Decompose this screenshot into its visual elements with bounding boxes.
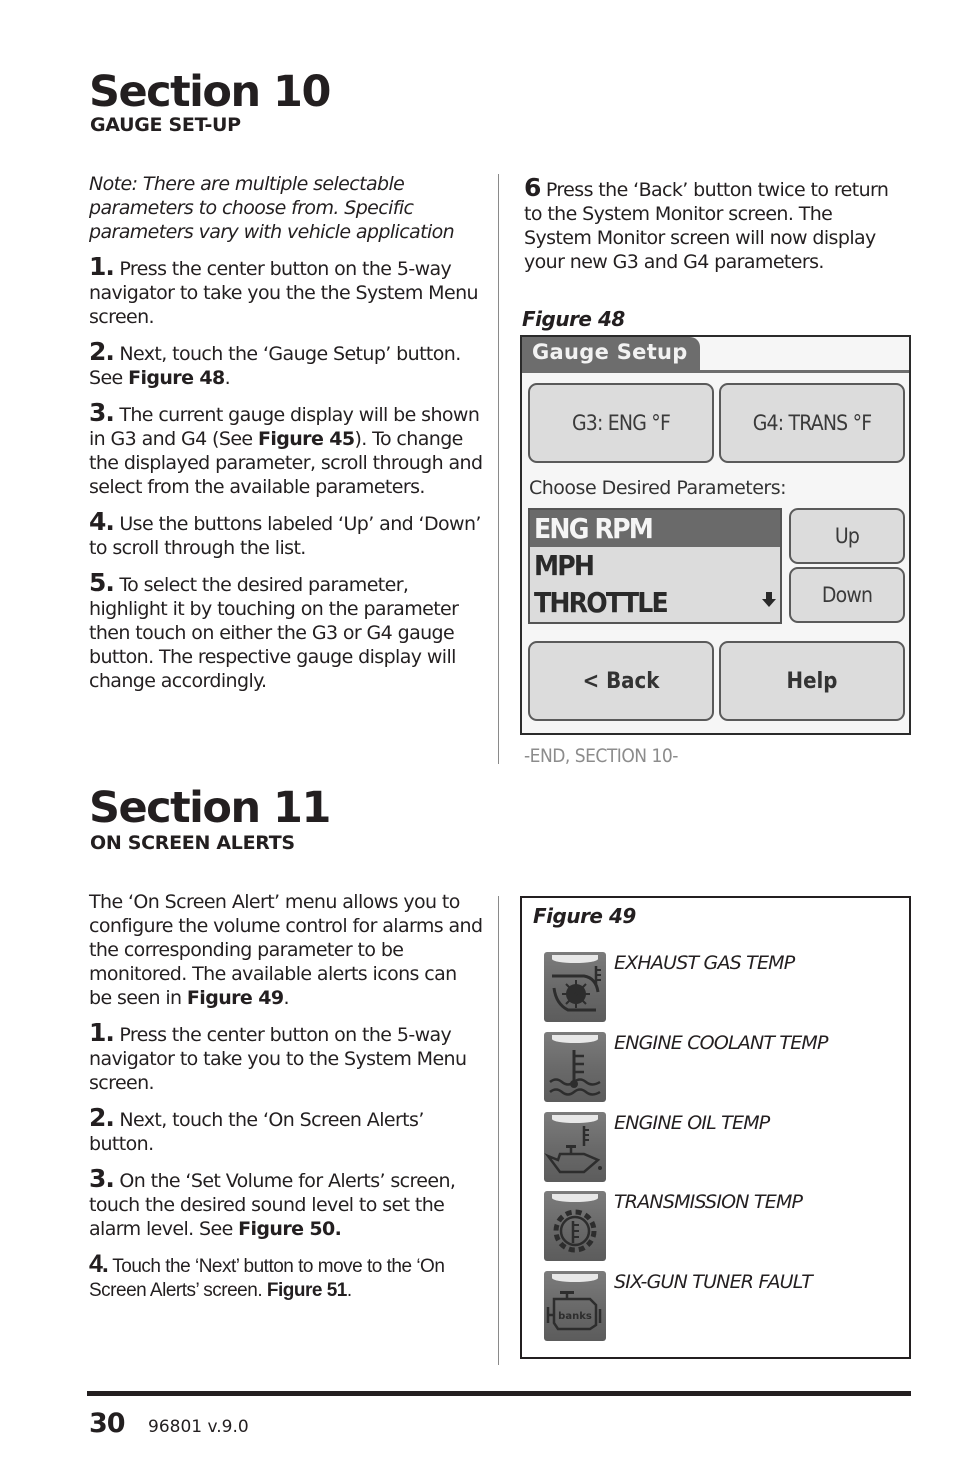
- alert-label: TRANSMISSION TEMP: [614, 1191, 803, 1213]
- alert-item: ENGINE OIL TEMP: [544, 1112, 884, 1182]
- step-number: 6: [524, 173, 541, 202]
- s11-step-3: 3. On the ‘Set Volume for Alerts’ screen…: [89, 1164, 484, 1241]
- g3-gauge-button[interactable]: G3: ENG °F: [528, 383, 714, 463]
- section-11-subtitle: ON SCREEN ALERTS: [90, 832, 295, 854]
- document-version: 96801 v.9.0: [148, 1417, 249, 1437]
- alert-label: EXHAUST GAS TEMP: [614, 952, 795, 974]
- on-screen-alerts-intro: The ‘On Screen Alert’ menu allows you to…: [89, 890, 484, 1010]
- s11-step-1: 1. Press the center button on the 5-way …: [89, 1018, 484, 1095]
- figure-48-reference: Figure 48: [128, 367, 225, 389]
- step-text: Next, touch the ‘On Screen Alerts’ butto…: [89, 1109, 424, 1155]
- column-divider: [498, 896, 499, 1365]
- alert-label: SIX-GUN TUNER FAULT: [614, 1271, 813, 1293]
- step-text-end: .: [224, 367, 231, 389]
- step-text: Press the center button on the 5-way nav…: [89, 1024, 467, 1094]
- step-text: Press the ‘Back’ button twice to return …: [524, 179, 889, 273]
- g4-gauge-button[interactable]: G4: TRANS °F: [719, 383, 905, 463]
- end-section-10-note: -END, SECTION 10-: [524, 745, 678, 767]
- parameter-item[interactable]: MPH: [530, 547, 780, 584]
- s10-step-1: 1. Press the center button on the 5-way …: [89, 252, 484, 329]
- up-button[interactable]: Up: [789, 508, 905, 564]
- parameters-note: Note: There are multiple selectable para…: [89, 173, 455, 243]
- footer-rule: [87, 1391, 911, 1396]
- figure-50-reference: Figure 50.: [238, 1218, 342, 1240]
- parameter-list[interactable]: ENG RPM MPH THROTTLE: [528, 508, 782, 624]
- transmission-temp-icon: [544, 1191, 606, 1261]
- back-button[interactable]: < Back: [528, 641, 714, 721]
- step-number: 4.: [89, 1250, 109, 1278]
- section-10-left-column: Note: There are multiple selectable para…: [89, 172, 484, 704]
- engine-oil-temp-icon: [544, 1112, 606, 1182]
- help-button[interactable]: Help: [719, 641, 905, 721]
- figure-49-reference: Figure 49: [186, 987, 284, 1009]
- s10-step-6: 6 Press the ‘Back’ button twice to retur…: [524, 173, 899, 274]
- step-number: 2.: [89, 1103, 115, 1132]
- s10-step-5: 5. To select the desired parameter, high…: [89, 568, 484, 693]
- page-number: 30: [89, 1408, 126, 1439]
- section-11-left-column: The ‘On Screen Alert’ menu allows you to…: [89, 890, 484, 1314]
- section-10-subtitle: GAUGE SET-UP: [90, 114, 241, 136]
- alert-item: ENGINE COOLANT TEMP: [544, 1032, 884, 1102]
- gauge-setup-screen: Gauge Setup G3: ENG °F G4: TRANS °F Choo…: [520, 335, 911, 735]
- step-number: 4.: [89, 507, 115, 536]
- down-button[interactable]: Down: [789, 567, 905, 623]
- alert-item: banks SIX-GUN TUNER FAULT: [544, 1271, 884, 1341]
- step-text: Press the center button on the 5-way nav…: [89, 258, 479, 328]
- s10-step-3: 3. The current gauge display will be sho…: [89, 398, 484, 499]
- step-number: 5.: [89, 568, 115, 597]
- parameter-item-selected[interactable]: ENG RPM: [530, 510, 780, 547]
- figure-48-label: Figure 48: [522, 307, 625, 331]
- step-text: To select the desired parameter, highlig…: [89, 574, 459, 692]
- banks-logo-text: banks: [558, 1311, 592, 1322]
- section-10-title: Section 10: [89, 67, 331, 117]
- six-gun-tuner-fault-icon: banks: [544, 1271, 606, 1341]
- s11-step-4: 4. Touch the ‘Next’ button to move to th…: [89, 1252, 484, 1303]
- figure-45-reference: Figure 45: [257, 428, 355, 450]
- step-text-end: .: [346, 1280, 352, 1301]
- alert-item: TRANSMISSION TEMP: [544, 1191, 884, 1261]
- step-number: 1.: [89, 252, 115, 281]
- column-divider: [498, 174, 499, 764]
- step-number: 3.: [89, 1164, 115, 1193]
- engine-coolant-temp-icon: [544, 1032, 606, 1102]
- step-number: 3.: [89, 398, 115, 427]
- step-number: 2.: [89, 337, 115, 366]
- screen-title: Gauge Setup: [522, 337, 700, 373]
- step-number: 1.: [89, 1018, 115, 1047]
- alert-label: ENGINE OIL TEMP: [614, 1112, 770, 1134]
- step-text: Use the buttons labeled ‘Up’ and ‘Down’ …: [89, 513, 481, 559]
- figure-51-reference: Figure 51: [266, 1280, 347, 1301]
- intro-text-end: .: [283, 987, 289, 1009]
- alert-label: ENGINE COOLANT TEMP: [614, 1032, 828, 1054]
- s10-step-2: 2. Next, touch the ‘Gauge Setup’ button.…: [89, 337, 484, 390]
- down-arrow-icon[interactable]: [762, 592, 776, 612]
- figure-49-box: Figure 49 EXHAUST GAS TEMP ENGINE COOLAN…: [520, 896, 911, 1359]
- parameter-item[interactable]: THROTTLE: [530, 584, 780, 621]
- exhaust-gas-temp-icon: [544, 952, 606, 1022]
- s11-step-2: 2. Next, touch the ‘On Screen Alerts’ bu…: [89, 1103, 484, 1156]
- choose-parameters-label: Choose Desired Parameters:: [529, 477, 787, 499]
- figure-49-label: Figure 49: [533, 904, 636, 928]
- alert-item: EXHAUST GAS TEMP: [544, 952, 884, 1022]
- s10-step-4: 4. Use the buttons labeled ‘Up’ and ‘Dow…: [89, 507, 484, 560]
- section-11-title: Section 11: [89, 783, 331, 833]
